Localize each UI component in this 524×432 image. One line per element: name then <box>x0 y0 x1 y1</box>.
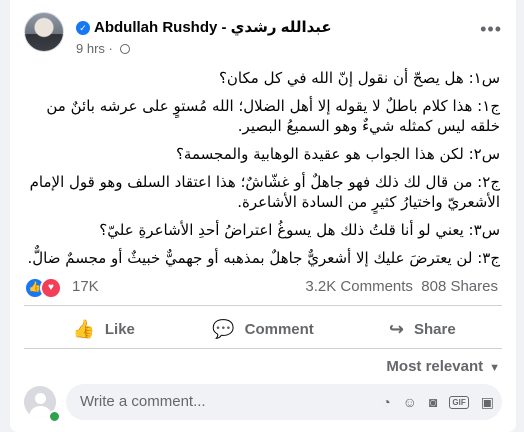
globe-icon <box>119 44 130 54</box>
online-status-icon <box>48 410 61 423</box>
comment-button[interactable]: 💬 Comment <box>183 312 342 346</box>
reaction-icons[interactable]: 👍 ♥ <box>24 277 62 299</box>
post-card: ✓ Abdullah Rushdy - عبدالله رشدي 9 hrs · … <box>10 0 516 432</box>
comment-share-counts: 3.2K Comments 808 Shares <box>305 278 498 295</box>
post-paragraph-q1: س١: هل يصحّ أن نقول إنّ الله في كل مكان؟ <box>218 69 500 87</box>
post-paragraph-q3: س٣: يعني لو أنا قلتُ ذلك هل يسوغُ اعتراض… <box>99 221 500 239</box>
sort-label: Most relevant <box>386 358 484 375</box>
comment-composer: Write a comment... ◔ ☺ ◙ GIF ▣ <box>24 384 502 424</box>
emoji-icon[interactable]: ☺ <box>403 384 417 420</box>
author-avatar[interactable] <box>24 12 64 52</box>
post-header: ✓ Abdullah Rushdy - عبدالله رشدي 9 hrs · … <box>24 10 502 58</box>
divider-bottom <box>24 348 502 349</box>
gif-icon[interactable]: GIF <box>449 395 469 409</box>
comment-count[interactable]: 3.2K Comments <box>305 278 413 295</box>
share-button-label: Share <box>414 320 456 338</box>
avatar-sticker-icon[interactable]: ◔ <box>382 384 390 420</box>
comment-bubble-icon: 💬 <box>212 318 235 339</box>
reaction-count[interactable]: 17K <box>72 278 99 295</box>
comment-input[interactable]: Write a comment... ◔ ☺ ◙ GIF ▣ <box>66 384 502 420</box>
comment-sort-dropdown[interactable]: Most relevant ▼ <box>386 358 500 375</box>
composer-icons: ◔ ☺ ◙ GIF ▣ <box>370 384 494 420</box>
more-options-icon[interactable]: ••• <box>480 20 502 38</box>
share-button[interactable]: ↪ Share <box>343 312 502 346</box>
divider-top <box>24 305 502 306</box>
meta-separator: · <box>108 41 113 56</box>
camera-icon[interactable]: ◙ <box>429 384 437 420</box>
post-stats: 👍 ♥ 17K 3.2K Comments 808 Shares <box>24 276 502 299</box>
post-paragraph-a1: ج١: هذا كلام باطلٌ لا يقوله إلا أهل الضل… <box>46 97 500 135</box>
share-count[interactable]: 808 Shares <box>421 278 498 295</box>
post-meta: 9 hrs · <box>76 41 130 56</box>
like-button[interactable]: 👍 Like <box>24 312 183 346</box>
love-reaction-icon: ♥ <box>40 277 62 299</box>
like-button-label: Like <box>104 320 135 338</box>
comment-placeholder: Write a comment... <box>80 393 206 410</box>
sticker-icon[interactable]: ▣ <box>481 384 494 420</box>
author-name-row: ✓ Abdullah Rushdy - عبدالله رشدي <box>76 18 332 36</box>
author-name[interactable]: Abdullah Rushdy - عبدالله رشدي <box>94 19 332 36</box>
post-paragraph-q2: س٢: لكن هذا الجواب هو عقيدة الوهابية وال… <box>175 145 500 163</box>
post-text: س١: هل يصحّ أن نقول إنّ الله في كل مكان؟… <box>24 68 500 276</box>
post-paragraph-a2: ج٢: من قال لك ذلك فهو جاهلٌ أو غشّاشٌ؛ ه… <box>29 173 500 211</box>
thumbs-up-icon: 👍 <box>72 318 95 339</box>
comment-button-label: Comment <box>244 320 314 338</box>
post-paragraph-a3: ج٣: لن يعترضَ عليك إلا أشعريٌّ جاهلٌ بمذ… <box>27 249 500 267</box>
chevron-down-icon: ▼ <box>489 362 500 374</box>
share-arrow-icon: ↪ <box>388 318 405 339</box>
post-time[interactable]: 9 hrs <box>76 41 105 56</box>
verified-badge-icon: ✓ <box>76 21 90 35</box>
post-actions: 👍 Like 💬 Comment ↪ Share <box>24 312 502 346</box>
